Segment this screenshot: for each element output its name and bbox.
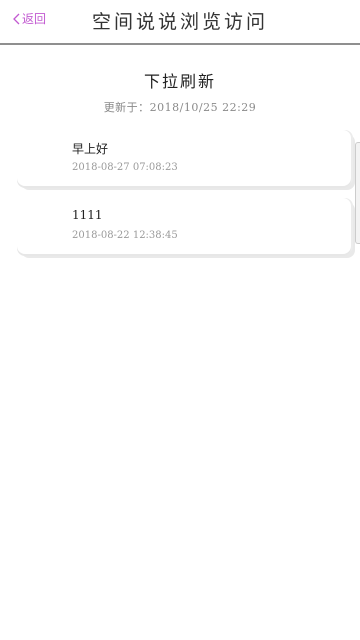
top-bar: 返回 空间说说浏览访问 <box>0 0 360 45</box>
post-list: 早上好 2018-08-27 07:08:23 1111 2018-08-22 … <box>17 130 351 266</box>
list-item[interactable]: 早上好 2018-08-27 07:08:23 <box>17 130 351 186</box>
refresh-label: 下拉刷新 <box>143 72 216 91</box>
page-title: 空间说说浏览访问 <box>91 11 268 33</box>
pull-to-refresh-indicator: 下拉刷新 更新于：2018/10/25 22:29 <box>0 68 360 115</box>
post-date: 2018-08-22 12:38:45 <box>72 230 178 241</box>
post-date: 2018-08-27 07:08:23 <box>72 162 178 173</box>
app-root: 返回 空间说说浏览访问 下拉刷新 更新于：2018/10/25 22:29 早上… <box>0 0 360 640</box>
post-content: 1111 <box>72 208 103 222</box>
post-content: 早上好 <box>72 142 109 156</box>
list-item[interactable]: 1111 2018-08-22 12:38:45 <box>17 198 351 254</box>
side-edge-handle[interactable] <box>355 142 360 244</box>
last-updated-text: 更新于：2018/10/25 22:29 <box>103 101 257 114</box>
